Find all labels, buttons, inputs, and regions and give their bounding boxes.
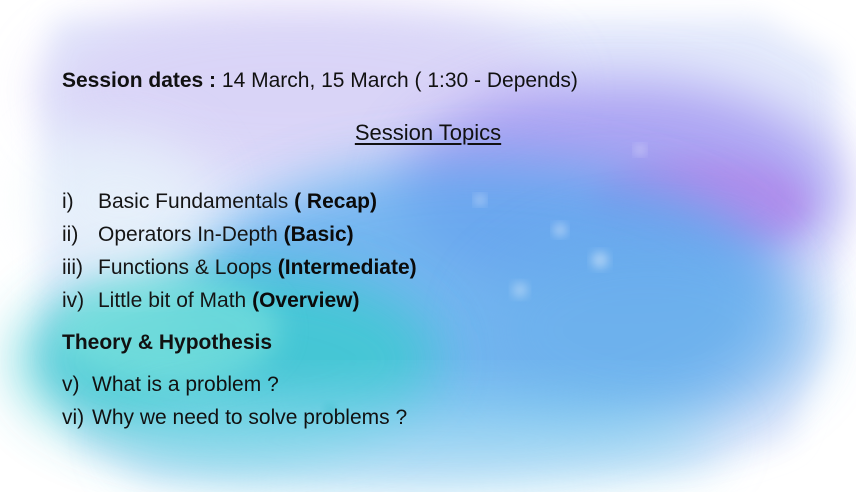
topic-item: iv) Little bit of Math (Overview)	[62, 288, 359, 314]
topic-item: i) Basic Fundamentals ( Recap)	[62, 189, 377, 215]
question-item: vi) Why we need to solve problems ?	[62, 405, 407, 431]
topic-number: i)	[62, 190, 74, 213]
theory-heading: Theory & Hypothesis	[62, 331, 273, 354]
topic-level: ( Recap)	[294, 190, 377, 213]
topic-level: (Basic)	[283, 223, 354, 246]
topic-number: ii)	[62, 223, 79, 246]
document-content: Session dates : 14 March, 15 March ( 1:3…	[0, 0, 856, 492]
topic-text: Functions & Loops	[98, 256, 272, 279]
session-topics-heading: Session Topics	[0, 119, 856, 147]
question-item: v) What is a problem ?	[62, 372, 279, 398]
question-number: v)	[62, 373, 80, 396]
topic-item: iii) Functions & Loops (Intermediate)	[62, 255, 417, 281]
question-number: vi)	[62, 406, 85, 429]
session-dates: Session dates : 14 March, 15 March ( 1:3…	[62, 68, 578, 94]
topic-number: iv)	[62, 289, 85, 312]
topic-text: Basic Fundamentals	[98, 190, 289, 213]
session-topics-title: Session Topics	[354, 120, 502, 145]
question-text: What is a problem ?	[92, 373, 279, 396]
session-dates-label: Session dates :	[62, 69, 217, 92]
topic-level: (Overview)	[252, 289, 360, 312]
topic-level: (Intermediate)	[277, 256, 417, 279]
topic-number: iii)	[62, 256, 83, 279]
topic-text: Operators In-Depth	[98, 223, 278, 246]
question-text: Why we need to solve problems ?	[92, 406, 408, 429]
topic-item: ii) Operators In-Depth (Basic)	[62, 222, 354, 248]
session-dates-value: 14 March, 15 March ( 1:30 - Depends)	[221, 69, 578, 92]
topic-text: Little bit of Math	[98, 289, 247, 312]
